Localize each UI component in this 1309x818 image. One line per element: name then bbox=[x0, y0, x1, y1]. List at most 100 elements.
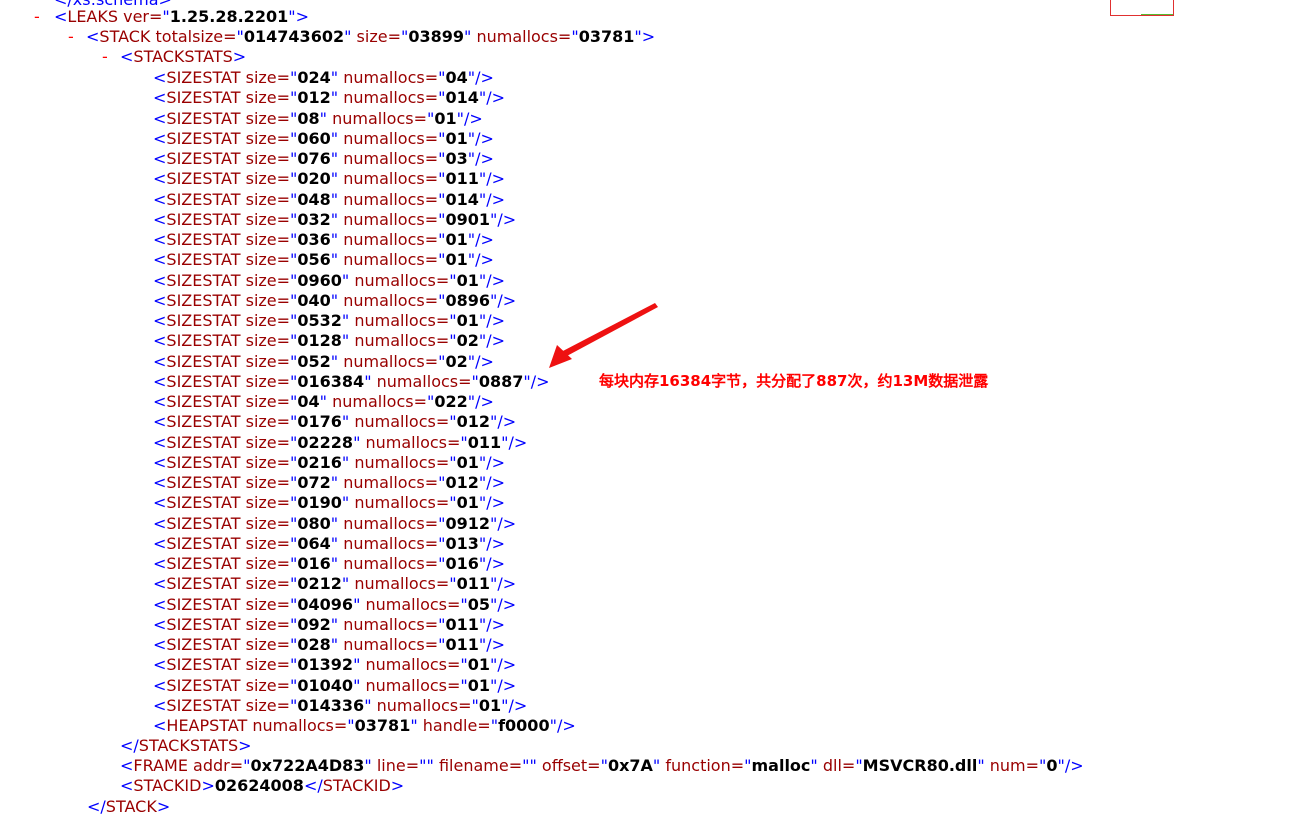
sizestat-numallocs-value: 0901 bbox=[445, 210, 491, 229]
sizestat-size-value: 016384 bbox=[297, 372, 365, 391]
sizestat-size-value: 01040 bbox=[297, 676, 354, 695]
corner-widget[interactable] bbox=[1110, 0, 1174, 16]
sizestat-size-value: 0190 bbox=[297, 493, 342, 512]
heapstat-handle-value: f0000 bbox=[498, 716, 550, 735]
sizestat-size-value: 08 bbox=[297, 109, 320, 128]
frame-addr-value: 0x722A4D83 bbox=[250, 756, 365, 775]
sizestat-row: <SIZESTAT size="052" numallocs="02"/> bbox=[153, 352, 494, 371]
xml-line-stackid: <STACKID>02624008</STACKID> bbox=[120, 776, 405, 795]
xml-line-stack-close: </STACK> bbox=[87, 797, 171, 816]
sizestat-size-value: 056 bbox=[297, 250, 331, 269]
sizestat-size-value: 092 bbox=[297, 615, 331, 634]
sizestat-row: <SIZESTAT size="01392" numallocs="01"/> bbox=[153, 655, 517, 674]
sizestat-size-value: 012 bbox=[297, 88, 331, 107]
sizestat-row: <SIZESTAT size="048" numallocs="014"/> bbox=[153, 190, 506, 209]
sizestat-numallocs-value: 01 bbox=[478, 696, 502, 715]
sizestat-row: <SIZESTAT size="080" numallocs="0912"/> bbox=[153, 514, 517, 533]
sizestat-numallocs-value: 011 bbox=[445, 635, 479, 654]
leaks-ver-value: 1.25.28.2201 bbox=[169, 7, 289, 26]
sizestat-numallocs-value: 02 bbox=[456, 331, 479, 350]
sizestat-row: <SIZESTAT size="016384" numallocs="0887"… bbox=[153, 372, 550, 391]
sizestat-numallocs-value: 04 bbox=[445, 68, 468, 87]
sizestat-row: <SIZESTAT size="012" numallocs="014"/> bbox=[153, 88, 506, 107]
sizestat-size-value: 072 bbox=[297, 473, 331, 492]
sizestat-size-value: 0212 bbox=[297, 574, 342, 593]
sizestat-numallocs-value: 014 bbox=[445, 190, 479, 209]
sizestat-size-value: 052 bbox=[297, 352, 331, 371]
sizestat-numallocs-value: 01 bbox=[467, 655, 491, 674]
sizestat-row: <SIZESTAT size="01040" numallocs="01"/> bbox=[153, 676, 517, 695]
collapse-toggle-stackstats[interactable]: - bbox=[102, 47, 122, 67]
frame-num-value: 0 bbox=[1046, 756, 1058, 775]
sizestat-size-value: 04096 bbox=[297, 595, 354, 614]
sizestat-numallocs-value: 01 bbox=[467, 676, 491, 695]
sizestat-numallocs-value: 01 bbox=[456, 493, 479, 512]
xml-line-stackstats-close: </STACKSTATS> bbox=[120, 736, 252, 755]
xml-line-heapstat: <HEAPSTAT numallocs="03781" handle="f000… bbox=[153, 716, 576, 735]
sizestat-numallocs-value: 01 bbox=[456, 271, 479, 290]
stack-tag: STACK bbox=[99, 27, 151, 46]
sizestat-numallocs-value: 01 bbox=[456, 311, 479, 330]
sizestat-numallocs-value: 02 bbox=[445, 352, 468, 371]
sizestat-row: <SIZESTAT size="08" numallocs="01"/> bbox=[153, 109, 483, 128]
sizestat-size-value: 01392 bbox=[297, 655, 354, 674]
frame-dll-value: MSVCR80.dll bbox=[862, 756, 978, 775]
sizestat-row: <SIZESTAT size="072" numallocs="012"/> bbox=[153, 473, 506, 492]
stackid-value: 02624008 bbox=[214, 776, 304, 795]
sizestat-row: <SIZESTAT size="0216" numallocs="01"/> bbox=[153, 453, 506, 472]
frame-offset-value: 0x7A bbox=[607, 756, 653, 775]
sizestat-row: <SIZESTAT size="0960" numallocs="01"/> bbox=[153, 271, 506, 290]
sizestat-size-value: 0128 bbox=[297, 331, 342, 350]
stack-totalsize-value: 014743602 bbox=[243, 27, 345, 46]
sizestat-numallocs-value: 01 bbox=[445, 230, 468, 249]
sizestat-numallocs-value: 01 bbox=[434, 109, 457, 128]
sizestat-row: <SIZESTAT size="02228" numallocs="011"/> bbox=[153, 433, 528, 452]
sizestat-row: <SIZESTAT size="04096" numallocs="05"/> bbox=[153, 595, 517, 614]
frame-function-value: malloc bbox=[751, 756, 811, 775]
sizestat-numallocs-value: 012 bbox=[445, 473, 479, 492]
sizestat-row: <SIZESTAT size="016" numallocs="016"/> bbox=[153, 554, 506, 573]
sizestat-row: <SIZESTAT size="064" numallocs="013"/> bbox=[153, 534, 506, 553]
sizestat-size-value: 076 bbox=[297, 149, 331, 168]
sizestat-row: <SIZESTAT size="0128" numallocs="02"/> bbox=[153, 331, 506, 350]
sizestat-row: <SIZESTAT size="020" numallocs="011"/> bbox=[153, 169, 506, 188]
sizestat-numallocs-value: 01 bbox=[445, 250, 468, 269]
sizestat-size-value: 016 bbox=[297, 554, 331, 573]
sizestat-numallocs-value: 0887 bbox=[478, 372, 524, 391]
sizestat-row: <SIZESTAT size="0190" numallocs="01"/> bbox=[153, 493, 506, 512]
collapse-toggle-stack[interactable]: - bbox=[68, 27, 88, 47]
sizestat-size-value: 02228 bbox=[297, 433, 354, 452]
sizestat-numallocs-value: 01 bbox=[445, 129, 468, 148]
sizestat-numallocs-value: 013 bbox=[445, 534, 479, 553]
sizestat-numallocs-value: 011 bbox=[456, 574, 491, 593]
sizestat-numallocs-value: 016 bbox=[445, 554, 479, 573]
sizestat-row: <SIZESTAT size="056" numallocs="01"/> bbox=[153, 250, 494, 269]
sizestat-row: <SIZESTAT size="0212" numallocs="011"/> bbox=[153, 574, 517, 593]
collapse-toggle-leaks[interactable]: - bbox=[34, 7, 54, 27]
sizestat-row: <SIZESTAT size="060" numallocs="01"/> bbox=[153, 129, 494, 148]
sizestat-row: <SIZESTAT size="028" numallocs="011"/> bbox=[153, 635, 506, 654]
sizestat-size-value: 04 bbox=[297, 392, 320, 411]
sizestat-size-value: 064 bbox=[297, 534, 331, 553]
leaks-tag: LEAKS bbox=[67, 7, 119, 26]
sizestat-row: <SIZESTAT size="0176" numallocs="012"/> bbox=[153, 412, 517, 431]
sizestat-numallocs-value: 022 bbox=[434, 392, 468, 411]
sizestat-size-value: 048 bbox=[297, 190, 331, 209]
stack-numallocs-value: 03781 bbox=[578, 27, 635, 46]
sizestat-size-value: 028 bbox=[297, 635, 331, 654]
sizestat-row: <SIZESTAT size="040" numallocs="0896"/> bbox=[153, 291, 517, 310]
sizestat-row: <SIZESTAT size="0532" numallocs="01"/> bbox=[153, 311, 506, 330]
sizestat-numallocs-value: 011 bbox=[445, 615, 479, 634]
sizestat-size-value: 0532 bbox=[297, 311, 342, 330]
sizestat-numallocs-value: 0896 bbox=[445, 291, 491, 310]
sizestat-numallocs-value: 01 bbox=[456, 453, 479, 472]
sizestat-size-value: 0960 bbox=[297, 271, 342, 290]
xml-line-frame: <FRAME addr="0x722A4D83" line="" filenam… bbox=[120, 756, 1084, 775]
sizestat-size-value: 040 bbox=[297, 291, 331, 310]
sizestat-size-value: 032 bbox=[297, 210, 331, 229]
sizestat-size-value: 0216 bbox=[297, 453, 342, 472]
sizestat-numallocs-value: 011 bbox=[467, 433, 502, 452]
sizestat-size-value: 060 bbox=[297, 129, 331, 148]
sizestat-size-value: 0176 bbox=[297, 412, 342, 431]
sizestat-size-value: 036 bbox=[297, 230, 331, 249]
